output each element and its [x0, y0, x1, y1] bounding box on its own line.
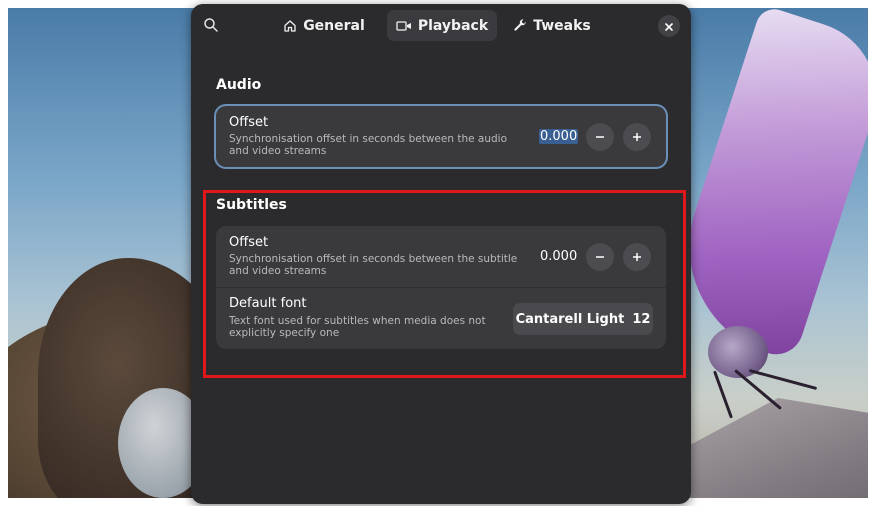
video-camera-icon — [396, 20, 412, 32]
highlight-annotation — [203, 190, 686, 378]
plus-icon — [631, 128, 643, 147]
tab-general-label: General — [303, 17, 365, 34]
minus-icon — [594, 128, 606, 147]
audio-offset-input[interactable]: 0.000 — [539, 129, 579, 144]
rock-shape — [688, 398, 868, 498]
audio-offset-title: Offset — [229, 115, 269, 130]
audio-offset-description: Synchronisation offset in seconds betwee… — [229, 133, 508, 157]
close-button[interactable] — [658, 15, 680, 37]
close-icon — [664, 17, 674, 36]
search-icon[interactable] — [203, 17, 219, 33]
tab-tweaks[interactable]: Tweaks — [509, 10, 595, 41]
tab-playback[interactable]: Playback — [387, 10, 497, 41]
bug-leg — [748, 368, 818, 391]
audio-section-title: Audio — [216, 77, 262, 93]
wrench-icon — [513, 18, 527, 33]
tab-tweaks-label: Tweaks — [533, 17, 591, 34]
audio-offset-increase-button[interactable] — [623, 123, 651, 151]
home-icon — [283, 19, 297, 33]
dialog-header: General Playback Tweaks — [191, 4, 691, 48]
tab-general[interactable]: General — [279, 10, 369, 41]
tab-playback-label: Playback — [417, 17, 489, 34]
bug-leg — [713, 370, 733, 419]
audio-offset-row[interactable]: Offset Synchronisation offset in seconds… — [216, 106, 666, 167]
butterfly-wing-shape — [660, 8, 868, 362]
audio-offset-decrease-button[interactable] — [586, 123, 614, 151]
